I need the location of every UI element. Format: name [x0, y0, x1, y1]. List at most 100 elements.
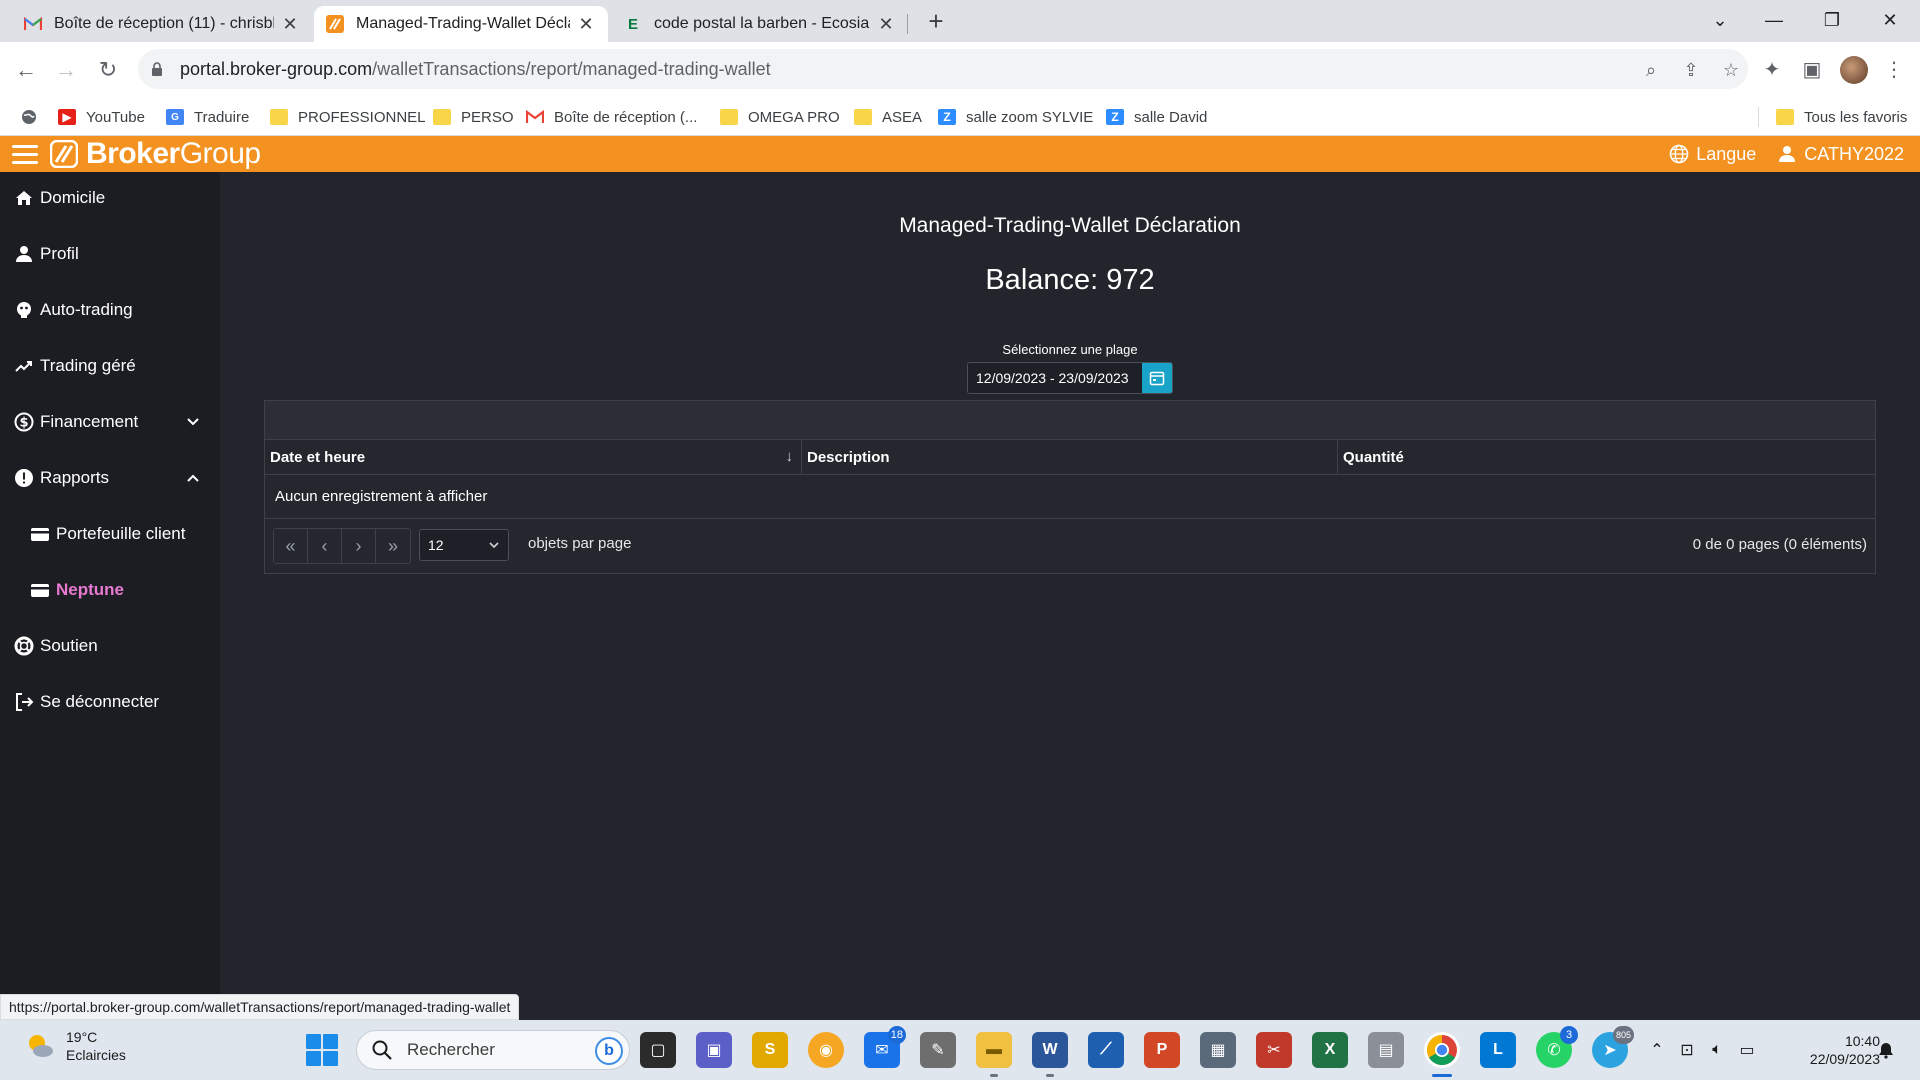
- apps-bookmark[interactable]: [20, 98, 48, 136]
- column-header-quantite[interactable]: Quantité: [1338, 440, 1875, 475]
- extensions-icon[interactable]: ✦: [1758, 56, 1786, 84]
- calendar-button[interactable]: [1142, 363, 1172, 393]
- volume-icon[interactable]: 🔈︎: [1704, 1037, 1730, 1063]
- bookmark-salle-zoom-sylvie[interactable]: Z salle zoom SYLVIE: [938, 98, 1093, 136]
- brand-logo[interactable]: Broker Group: [50, 137, 261, 171]
- side-panel-icon[interactable]: ▣: [1798, 56, 1826, 84]
- sort-descending-icon[interactable]: ↓: [786, 448, 794, 465]
- whatsapp-icon[interactable]: ✆ 3: [1536, 1026, 1578, 1068]
- chevron-up-icon[interactable]: ⌃: [1644, 1037, 1670, 1063]
- app-circle-icon[interactable]: ◉: [808, 1032, 844, 1068]
- close-tab-icon[interactable]: ✕: [576, 14, 596, 35]
- close-tab-icon[interactable]: ✕: [876, 14, 896, 35]
- bing-icon[interactable]: b: [595, 1037, 623, 1065]
- bookmark-youtube[interactable]: ▶ YouTube: [58, 98, 145, 136]
- bookmark-gmail[interactable]: Boîte de réception (...: [526, 98, 697, 136]
- share-icon[interactable]: ⇪: [1680, 59, 1702, 81]
- next-page-button[interactable]: ›: [342, 529, 376, 563]
- bookmark-asea[interactable]: ASEA: [854, 98, 922, 136]
- column-header-description[interactable]: Description: [802, 440, 1338, 475]
- tab-separator: [907, 14, 908, 34]
- task-view-icon[interactable]: ▢: [640, 1032, 676, 1068]
- new-tab-button[interactable]: +: [922, 8, 950, 36]
- sidebar-item-trading-gere[interactable]: Trading géré: [0, 346, 220, 386]
- more-menu-icon[interactable]: ⋮: [1880, 56, 1908, 84]
- windows-start-icon[interactable]: [306, 1034, 338, 1066]
- weather-description: Eclaircies: [66, 1047, 126, 1063]
- tab-gmail[interactable]: Boîte de réception (11) - chrisblin ✕: [12, 6, 312, 42]
- app-s-icon[interactable]: S: [752, 1032, 788, 1068]
- file-explorer-icon[interactable]: ▬: [976, 1032, 1012, 1077]
- tab-managed-trading-wallet[interactable]: Managed-Trading-Wallet Déclara ✕: [314, 6, 608, 42]
- telegram-icon[interactable]: ➤ 805: [1592, 1026, 1634, 1068]
- last-page-button[interactable]: »: [376, 529, 410, 563]
- zoom-magnifier-icon[interactable]: ⌕: [1640, 59, 1662, 81]
- app-l-icon[interactable]: L: [1480, 1032, 1516, 1068]
- bookmark-tous-les-favoris[interactable]: Tous les favoris: [1776, 98, 1907, 136]
- network-icon[interactable]: ⊡: [1674, 1037, 1700, 1063]
- wallet-icon: [29, 579, 51, 601]
- close-tab-icon[interactable]: ✕: [280, 14, 300, 35]
- teams-chat-icon[interactable]: ▣: [696, 1032, 732, 1068]
- sidebar-item-neptune[interactable]: Neptune: [0, 570, 220, 610]
- user-menu[interactable]: CATHY2022: [1776, 143, 1904, 165]
- window-app-icon[interactable]: ▤: [1368, 1032, 1404, 1068]
- battery-icon[interactable]: ▭: [1734, 1037, 1760, 1063]
- address-bar[interactable]: portal.broker-group.com/walletTransactio…: [138, 49, 1748, 89]
- bookmark-salle-david[interactable]: Z salle David: [1106, 98, 1207, 136]
- brokergroup-icon: [326, 15, 344, 33]
- column-header-date[interactable]: Date et heure ↓: [265, 440, 802, 475]
- minimize-icon[interactable]: —: [1754, 6, 1794, 34]
- taskbar-clock[interactable]: 10:40 22/09/2023: [1780, 1032, 1880, 1068]
- chrome-icon[interactable]: [1424, 1032, 1460, 1077]
- date-range-picker[interactable]: 12/09/2023 - 23/09/2023: [967, 362, 1173, 394]
- excel-icon[interactable]: X: [1312, 1032, 1348, 1068]
- sidebar-item-profil[interactable]: Profil: [0, 234, 220, 274]
- close-window-icon[interactable]: ✕: [1870, 6, 1910, 34]
- bookmark-perso[interactable]: PERSO: [433, 98, 514, 136]
- sidebar-item-soutien[interactable]: Soutien: [0, 626, 220, 666]
- back-icon[interactable]: ←: [10, 54, 42, 86]
- notification-bell-icon[interactable]: [1874, 1038, 1898, 1062]
- page-size-select[interactable]: 12: [419, 529, 509, 561]
- word-icon[interactable]: W: [1032, 1032, 1068, 1077]
- calculator-icon[interactable]: ▦: [1200, 1032, 1236, 1068]
- date-range-input[interactable]: 12/09/2023 - 23/09/2023: [968, 363, 1142, 393]
- telegram-badge: 805: [1612, 1026, 1634, 1044]
- taskbar-search[interactable]: Rechercher b: [356, 1030, 630, 1070]
- sidebar-item-financement[interactable]: $ Financement: [0, 402, 220, 442]
- chevron-up-icon[interactable]: [186, 471, 200, 485]
- app-header: Broker Group Langue CATHY2022: [0, 136, 1920, 172]
- zoom-icon: Z: [938, 109, 956, 125]
- sidebar-item-auto-trading[interactable]: Auto-trading: [0, 290, 220, 330]
- sidebar-item-se-deconnecter[interactable]: Se déconnecter: [0, 682, 220, 722]
- column-header-label: Quantité: [1343, 449, 1404, 466]
- reload-icon[interactable]: ↻: [92, 54, 124, 86]
- bookmark-professionnel[interactable]: PROFESSIONNEL: [270, 98, 426, 136]
- chevron-down-icon[interactable]: [186, 415, 200, 429]
- powerpoint-icon[interactable]: P: [1144, 1032, 1180, 1068]
- sidebar-item-domicile[interactable]: Domicile: [0, 178, 220, 218]
- snipping-tool-icon[interactable]: ✂: [1256, 1032, 1292, 1068]
- dollar-icon: $: [13, 411, 35, 433]
- bookmark-traduire[interactable]: G Traduire: [166, 98, 249, 136]
- bookmark-omega-pro[interactable]: OMEGA PRO: [720, 98, 840, 136]
- tab-search-icon[interactable]: ⌄: [1700, 6, 1740, 34]
- maximize-icon[interactable]: ❐: [1812, 6, 1852, 34]
- bookmark-star-icon[interactable]: ☆: [1720, 59, 1742, 81]
- forward-icon[interactable]: →: [50, 54, 82, 86]
- sidebar-item-portefeuille-client[interactable]: Portefeuille client: [0, 514, 220, 554]
- tab-title: Managed-Trading-Wallet Déclara: [356, 15, 570, 32]
- profile-avatar[interactable]: [1840, 56, 1868, 84]
- mail-icon[interactable]: ✉ 18: [864, 1026, 906, 1068]
- weather-widget[interactable]: 19°C Eclaircies: [24, 1028, 126, 1064]
- sidebar-item-rapports[interactable]: Rapports: [0, 458, 220, 498]
- language-menu[interactable]: Langue: [1668, 143, 1756, 165]
- previous-page-button[interactable]: ‹: [308, 529, 342, 563]
- hamburger-menu-icon[interactable]: [12, 142, 38, 166]
- lock-icon[interactable]: [150, 61, 164, 77]
- first-page-button[interactable]: «: [274, 529, 308, 563]
- gimp-icon[interactable]: ✎: [920, 1032, 956, 1068]
- tab-ecosia[interactable]: E code postal la barben - Ecosia - V ✕: [612, 6, 908, 42]
- publisher-icon[interactable]: ⟋: [1088, 1032, 1124, 1068]
